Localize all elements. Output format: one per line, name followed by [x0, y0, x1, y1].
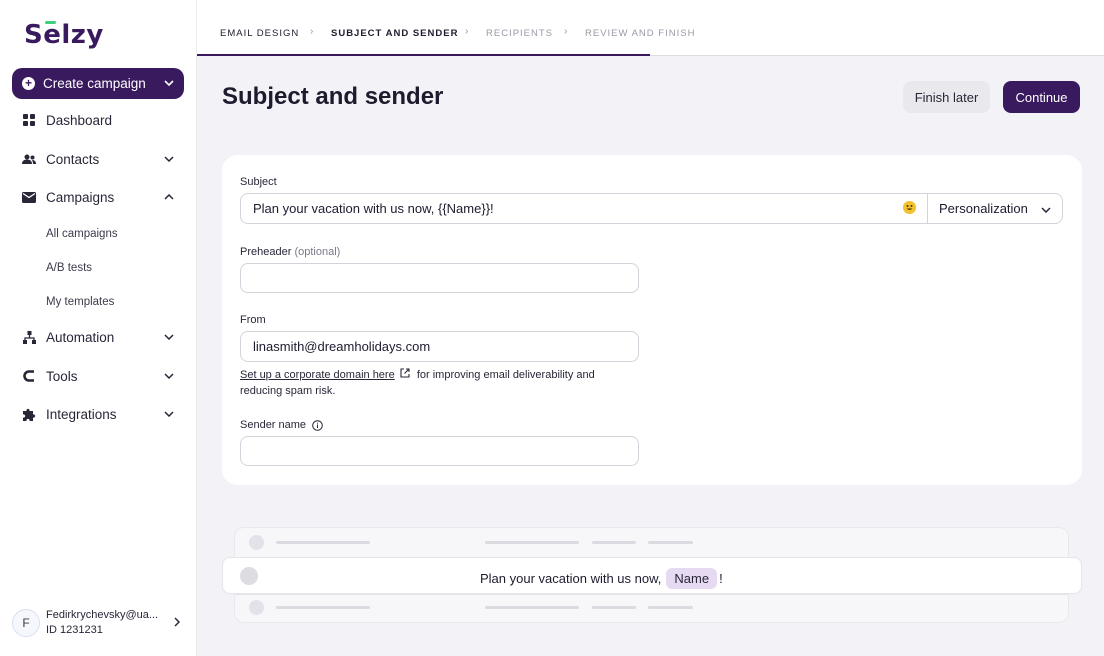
- sidebar-item-automation[interactable]: Automation: [22, 325, 174, 349]
- placeholder-bar: [648, 541, 693, 544]
- placeholder-bar: [276, 541, 370, 544]
- chevron-right-icon: ›: [310, 26, 314, 37]
- sidebar-item-label: Automation: [46, 329, 115, 345]
- chevron-down-icon: [164, 78, 174, 89]
- placeholder-bar: [276, 606, 370, 609]
- continue-button[interactable]: Continue: [1003, 81, 1080, 113]
- create-campaign-button[interactable]: + Create campaign: [12, 68, 184, 99]
- sidebar-item-label: Tools: [46, 368, 78, 384]
- plus-icon: +: [22, 77, 35, 90]
- from-email-value: linasmith@dreamholidays.com: [253, 339, 431, 354]
- external-link-icon[interactable]: [400, 367, 412, 383]
- magnet-icon: [22, 369, 36, 383]
- placeholder-bar: [592, 606, 636, 609]
- from-label: From: [240, 314, 266, 326]
- subject-input[interactable]: Plan your vacation with us now, {{Name}}…: [240, 193, 928, 224]
- sidebar-subitem-my-templates[interactable]: My templates: [46, 296, 114, 308]
- subject-input-value: Plan your vacation with us now, {{Name}}…: [253, 201, 494, 216]
- corporate-domain-hint: Set up a corporate domain here for impro…: [240, 367, 620, 399]
- step-review-and-finish[interactable]: REVIEW AND FINISH: [585, 28, 695, 39]
- sidebar-subitem-all-campaigns[interactable]: All campaigns: [46, 228, 118, 240]
- chevron-right-icon: [174, 614, 181, 632]
- step-email-design[interactable]: EMAIL DESIGN: [220, 28, 299, 39]
- sidebar-item-label: Integrations: [46, 406, 117, 422]
- preheader-label: Preheader (optional): [240, 246, 341, 258]
- placeholder-avatar: [249, 535, 264, 550]
- chevron-down-icon: [1041, 201, 1051, 216]
- from-email-input[interactable]: linasmith@dreamholidays.com: [240, 331, 639, 362]
- info-icon[interactable]: [312, 419, 323, 431]
- personalization-label: Personalization: [939, 201, 1028, 216]
- preview-subject-text: Plan your vacation with us now,: [480, 571, 662, 586]
- preheader-input[interactable]: [240, 263, 639, 293]
- flow-icon: [22, 330, 36, 344]
- sender-name-input[interactable]: [240, 436, 639, 466]
- page-title: Subject and sender: [222, 83, 444, 110]
- sidebar-item-dashboard[interactable]: Dashboard: [22, 108, 174, 132]
- grid-icon: [22, 113, 36, 127]
- create-campaign-label: Create campaign: [43, 76, 146, 91]
- chevron-down-icon: [164, 154, 174, 164]
- emoji-picker-icon[interactable]: [903, 201, 916, 214]
- corporate-domain-link[interactable]: Set up a corporate domain here: [240, 369, 395, 381]
- chevron-right-icon: ›: [564, 26, 568, 37]
- sidebar-subitem-ab-tests[interactable]: A/B tests: [46, 262, 92, 274]
- selzy-logo[interactable]: Selzy: [24, 20, 104, 50]
- sidebar-item-tools[interactable]: Tools: [22, 364, 174, 388]
- sidebar-item-campaigns[interactable]: Campaigns: [22, 185, 174, 209]
- sidebar-item-label: Campaigns: [46, 189, 115, 205]
- user-id: ID 1231231: [46, 624, 103, 636]
- sidebar-item-integrations[interactable]: Integrations: [22, 402, 174, 426]
- user-email: Fedirkrychevsky@ua...: [46, 609, 159, 621]
- sidebar-item-contacts[interactable]: Contacts: [22, 147, 174, 171]
- chevron-right-icon: ›: [465, 26, 469, 37]
- users-icon: [22, 152, 36, 166]
- placeholder-bar: [648, 606, 693, 609]
- envelope-icon: [22, 190, 36, 204]
- optional-hint: (optional): [294, 246, 341, 258]
- chevron-up-icon: [164, 192, 174, 202]
- personalization-dropdown[interactable]: Personalization: [927, 193, 1063, 224]
- preview-subject: Plan your vacation with us now, Name !: [480, 568, 723, 589]
- sender-name-label: Sender name: [240, 419, 323, 431]
- sidebar: Selzy + Create campaign Dashboard Contac…: [0, 0, 197, 656]
- placeholder-bar: [485, 606, 579, 609]
- sidebar-item-label: Dashboard: [46, 112, 113, 128]
- personalization-tag-chip: Name: [666, 568, 718, 589]
- step-recipients[interactable]: RECIPIENTS: [486, 28, 553, 39]
- sidebar-item-label: Contacts: [46, 151, 100, 167]
- user-account-menu[interactable]: F Fedirkrychevsky@ua... ID 1231231: [12, 607, 184, 639]
- placeholder-avatar: [240, 567, 258, 585]
- step-subject-and-sender[interactable]: SUBJECT AND SENDER: [331, 28, 458, 39]
- avatar: F: [12, 609, 40, 637]
- finish-later-button[interactable]: Finish later: [903, 81, 990, 113]
- puzzle-icon: [22, 407, 36, 421]
- chevron-down-icon: [164, 332, 174, 342]
- progress-stepper: EMAIL DESIGN › SUBJECT AND SENDER › RECI…: [197, 0, 1104, 56]
- placeholder-bar: [592, 541, 636, 544]
- stepper-progress-bar: [197, 54, 650, 56]
- subject-label: Subject: [240, 176, 277, 188]
- chevron-down-icon: [164, 409, 174, 419]
- chevron-down-icon: [164, 371, 174, 381]
- divider: [234, 594, 1069, 595]
- placeholder-avatar: [249, 600, 264, 615]
- placeholder-bar: [485, 541, 579, 544]
